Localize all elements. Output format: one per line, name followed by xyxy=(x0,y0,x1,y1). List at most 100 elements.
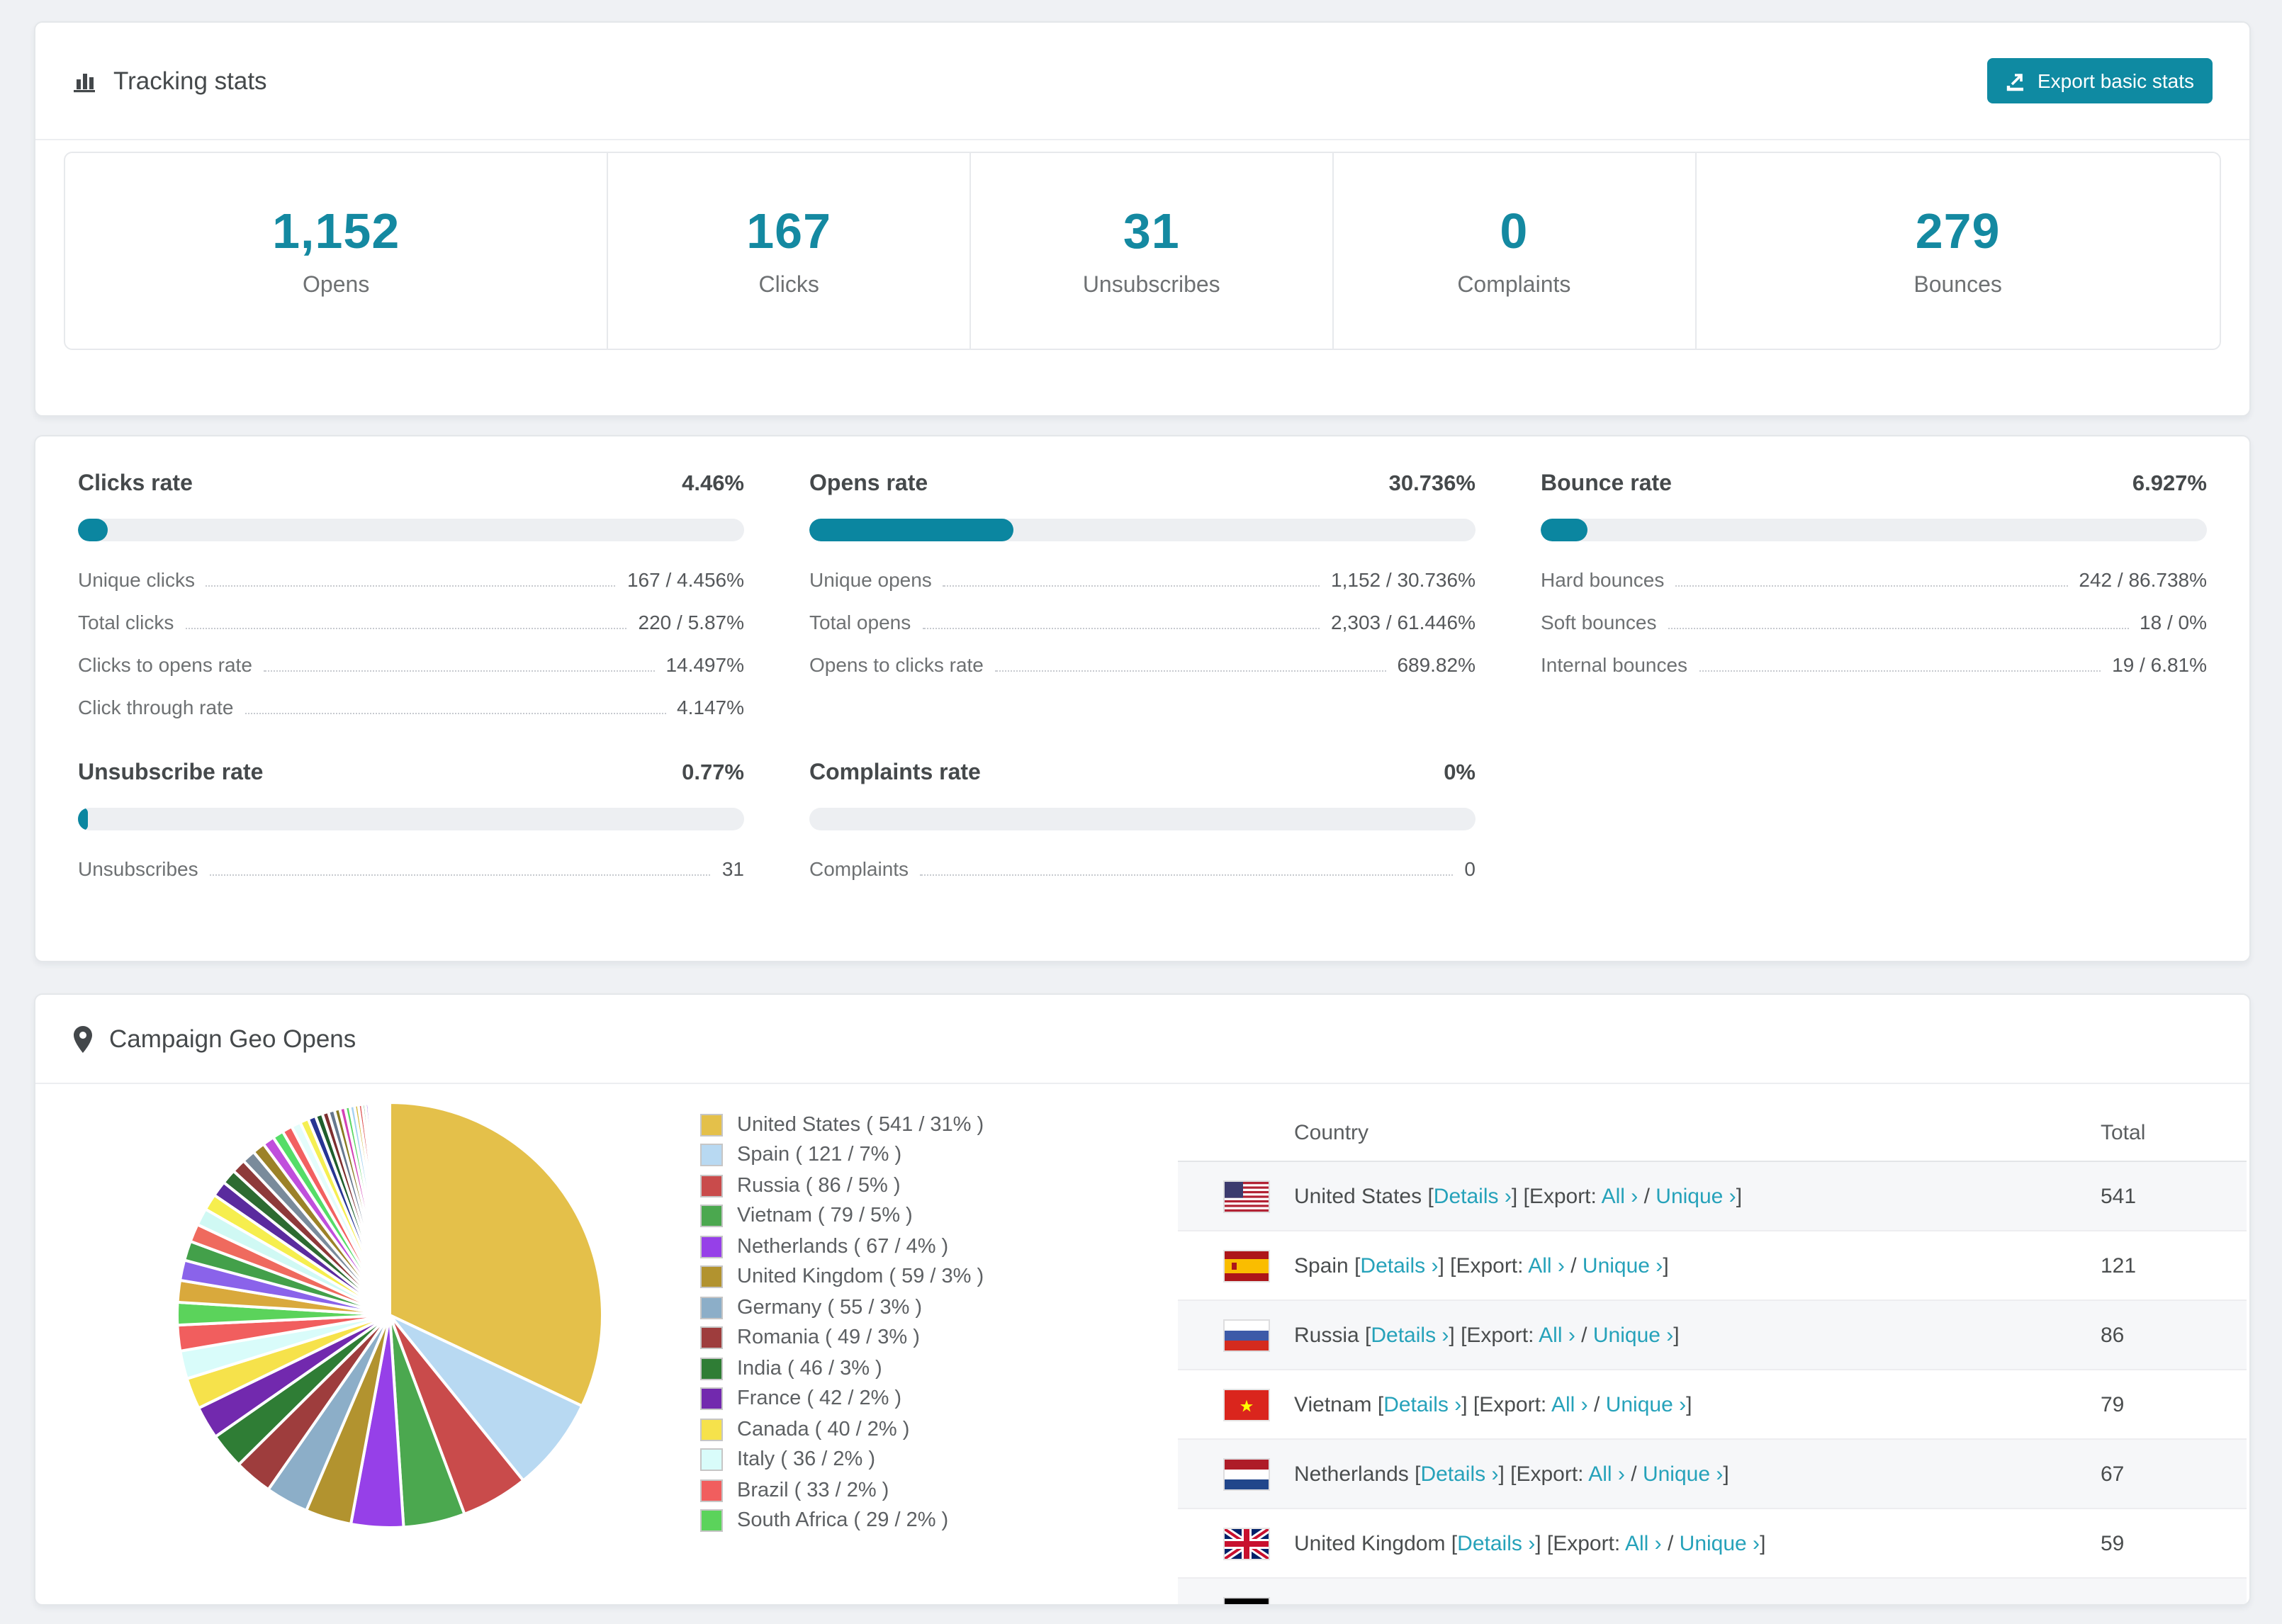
legend-swatch xyxy=(700,1113,723,1137)
legend-item-south-africa[interactable]: South Africa ( 29 / 2% ) xyxy=(700,1506,984,1536)
export-all-link[interactable]: All › xyxy=(1551,1392,1588,1416)
legend-label: Spain ( 121 / 7% ) xyxy=(737,1144,902,1167)
export-unique-link[interactable]: Unique › xyxy=(1606,1392,1686,1416)
export-basic-stats-button[interactable]: Export basic stats xyxy=(1986,58,2213,103)
legend-label: United States ( 541 / 31% ) xyxy=(737,1113,984,1137)
rate-row: Opens to clicks rate 689.82% xyxy=(809,643,1476,686)
pie-slice-57[interactable] xyxy=(387,1100,391,1316)
rate-section-unsubscribe-rate: Unsubscribe rate 0.77% Unsubscribes 31 xyxy=(78,760,744,890)
legend-item-canada[interactable]: Canada ( 40 / 2% ) xyxy=(700,1414,984,1445)
ru-flag-icon xyxy=(1225,1320,1269,1350)
rate-row-value: 19 / 6.81% xyxy=(2112,653,2207,676)
export-all-link[interactable]: All › xyxy=(1539,1323,1575,1347)
stat-value: 279 xyxy=(1915,203,2001,259)
legend-item-netherlands[interactable]: Netherlands ( 67 / 4% ) xyxy=(700,1231,984,1262)
details-link[interactable]: Details › xyxy=(1393,1601,1471,1604)
stat-cell-opens: 1,152 Opens xyxy=(65,153,607,349)
dashboard: Tracking stats Export basic stats 1,152 O… xyxy=(0,0,2282,1624)
rate-row: Total clicks 220 / 5.87% xyxy=(78,601,744,643)
legend-item-brazil[interactable]: Brazil ( 33 / 2% ) xyxy=(700,1475,984,1506)
rate-value: 6.927% xyxy=(2132,472,2207,496)
total-cell: 541 xyxy=(2101,1184,2137,1208)
legend-label: Vietnam ( 79 / 5% ) xyxy=(737,1205,913,1228)
details-link[interactable]: Details › xyxy=(1383,1392,1461,1416)
campaign-geo-opens-card: Campaign Geo Opens United States ( 541 /… xyxy=(34,993,2251,1606)
legend-item-russia[interactable]: Russia ( 86 / 5% ) xyxy=(700,1171,984,1201)
details-link[interactable]: Details › xyxy=(1420,1462,1498,1486)
legend-item-germany[interactable]: Germany ( 55 / 3% ) xyxy=(700,1292,984,1323)
export-all-link[interactable]: All › xyxy=(1602,1184,1639,1208)
legend-item-india[interactable]: India ( 46 / 3% ) xyxy=(700,1353,984,1384)
legend-item-united-kingdom[interactable]: United Kingdom ( 59 / 3% ) xyxy=(700,1262,984,1292)
rate-row: Clicks to opens rate 14.497% xyxy=(78,643,744,686)
export-unique-link[interactable]: Unique › xyxy=(1616,1601,1696,1604)
rate-section-clicks-rate: Clicks rate 4.46% Unique clicks 167 / 4.456… xyxy=(78,470,744,728)
geo-title-text: Campaign Geo Opens xyxy=(109,1024,356,1052)
dotted-leader xyxy=(1668,627,2129,628)
dotted-leader xyxy=(922,627,1320,628)
rate-row-label: Soft bounces xyxy=(1541,611,1657,633)
export-unique-link[interactable]: Unique › xyxy=(1680,1531,1760,1555)
rate-row-value: 220 / 5.87% xyxy=(638,611,744,633)
rate-title: Bounce rate xyxy=(1541,472,1672,496)
rate-rows: Unique opens 1,152 / 30.736% Total opens 2,… xyxy=(809,558,1476,686)
dotted-leader xyxy=(206,585,616,586)
stat-cell-complaints: 0 Complaints xyxy=(1332,153,1695,349)
us-flag-icon xyxy=(1225,1181,1269,1211)
rate-head: Clicks rate 4.46% xyxy=(78,470,744,499)
rate-row: Click through rate 4.147% xyxy=(78,686,744,728)
geo-table-header: Country Total xyxy=(1178,1104,2247,1162)
rate-head: Opens rate 30.736% xyxy=(809,470,1476,499)
rate-row: Hard bounces 242 / 86.738% xyxy=(1541,558,2207,601)
rate-row-label: Clicks to opens rate xyxy=(78,653,252,676)
rate-section-bounce-rate: Bounce rate 6.927% Hard bounces 242 / 86.73… xyxy=(1541,470,2207,728)
legend-swatch xyxy=(700,1235,723,1258)
stat-value: 167 xyxy=(746,203,832,259)
table-row-us: United States [Details ›] [Export: All ›… xyxy=(1178,1162,2247,1231)
export-unique-link[interactable]: Unique › xyxy=(1643,1462,1723,1486)
legend-swatch xyxy=(700,1509,723,1533)
export-unique-link[interactable]: Unique › xyxy=(1583,1253,1663,1278)
page: Tracking stats Export basic stats 1,152 O… xyxy=(0,0,2282,1624)
export-all-link[interactable]: All › xyxy=(1561,1601,1598,1604)
stat-value: 31 xyxy=(1123,203,1180,259)
legend-item-romania[interactable]: Romania ( 49 / 3% ) xyxy=(700,1323,984,1353)
progress-bar-clicks-rate xyxy=(78,519,744,541)
export-all-link[interactable]: All › xyxy=(1528,1253,1565,1278)
rate-row-label: Unique clicks xyxy=(78,568,195,591)
legend-item-vietnam[interactable]: Vietnam ( 79 / 5% ) xyxy=(700,1201,984,1231)
geo-body: United States ( 541 / 31% ) Spain ( 121 /… xyxy=(35,1084,2249,1604)
rate-value: 30.736% xyxy=(1388,472,1476,496)
map-pin-icon xyxy=(72,1025,94,1052)
legend-label: Brazil ( 33 / 2% ) xyxy=(737,1479,889,1502)
total-cell: 79 xyxy=(2101,1392,2125,1416)
summary-stats-row: 1,152 Opens 167 Clicks 31 Unsubscribes 0 Compla… xyxy=(64,152,2221,350)
legend-label: Germany ( 55 / 3% ) xyxy=(737,1296,923,1319)
rate-value: 4.46% xyxy=(682,472,744,496)
legend-item-france[interactable]: France ( 42 / 2% ) xyxy=(700,1384,984,1414)
legend-item-united-states[interactable]: United States ( 541 / 31% ) xyxy=(700,1110,984,1140)
details-link[interactable]: Details › xyxy=(1457,1531,1535,1555)
rate-row-value: 14.497% xyxy=(665,653,744,676)
stat-cell-clicks: 167 Clicks xyxy=(607,153,969,349)
legend-label: Russia ( 86 / 5% ) xyxy=(737,1174,901,1197)
export-unique-link[interactable]: Unique › xyxy=(1656,1184,1736,1208)
export-all-link[interactable]: All › xyxy=(1588,1462,1625,1486)
country-cell: Vietnam [Details ›] [Export: All › / Uni… xyxy=(1294,1392,1692,1416)
details-link[interactable]: Details › xyxy=(1371,1323,1449,1347)
legend-label: Romania ( 49 / 3% ) xyxy=(737,1326,920,1350)
details-link[interactable]: Details › xyxy=(1360,1253,1438,1278)
legend-item-spain[interactable]: Spain ( 121 / 7% ) xyxy=(700,1140,984,1171)
details-link[interactable]: Details › xyxy=(1434,1184,1512,1208)
country-cell: United States [Details ›] [Export: All ›… xyxy=(1294,1184,1743,1208)
export-icon xyxy=(2005,70,2026,91)
stat-value: 1,152 xyxy=(272,203,400,259)
legend-item-italy[interactable]: Italy ( 36 / 2% ) xyxy=(700,1445,984,1475)
export-unique-link[interactable]: Unique › xyxy=(1593,1323,1673,1347)
dotted-leader xyxy=(920,874,1454,875)
rate-row-value: 31 xyxy=(721,857,744,880)
rates-grid: Clicks rate 4.46% Unique clicks 167 / 4.456… xyxy=(35,436,2249,890)
export-all-link[interactable]: All › xyxy=(1625,1531,1662,1555)
table-row-nl: Netherlands [Details ›] [Export: All › /… xyxy=(1178,1440,2247,1509)
rate-row-value: 242 / 86.738% xyxy=(2079,568,2207,591)
